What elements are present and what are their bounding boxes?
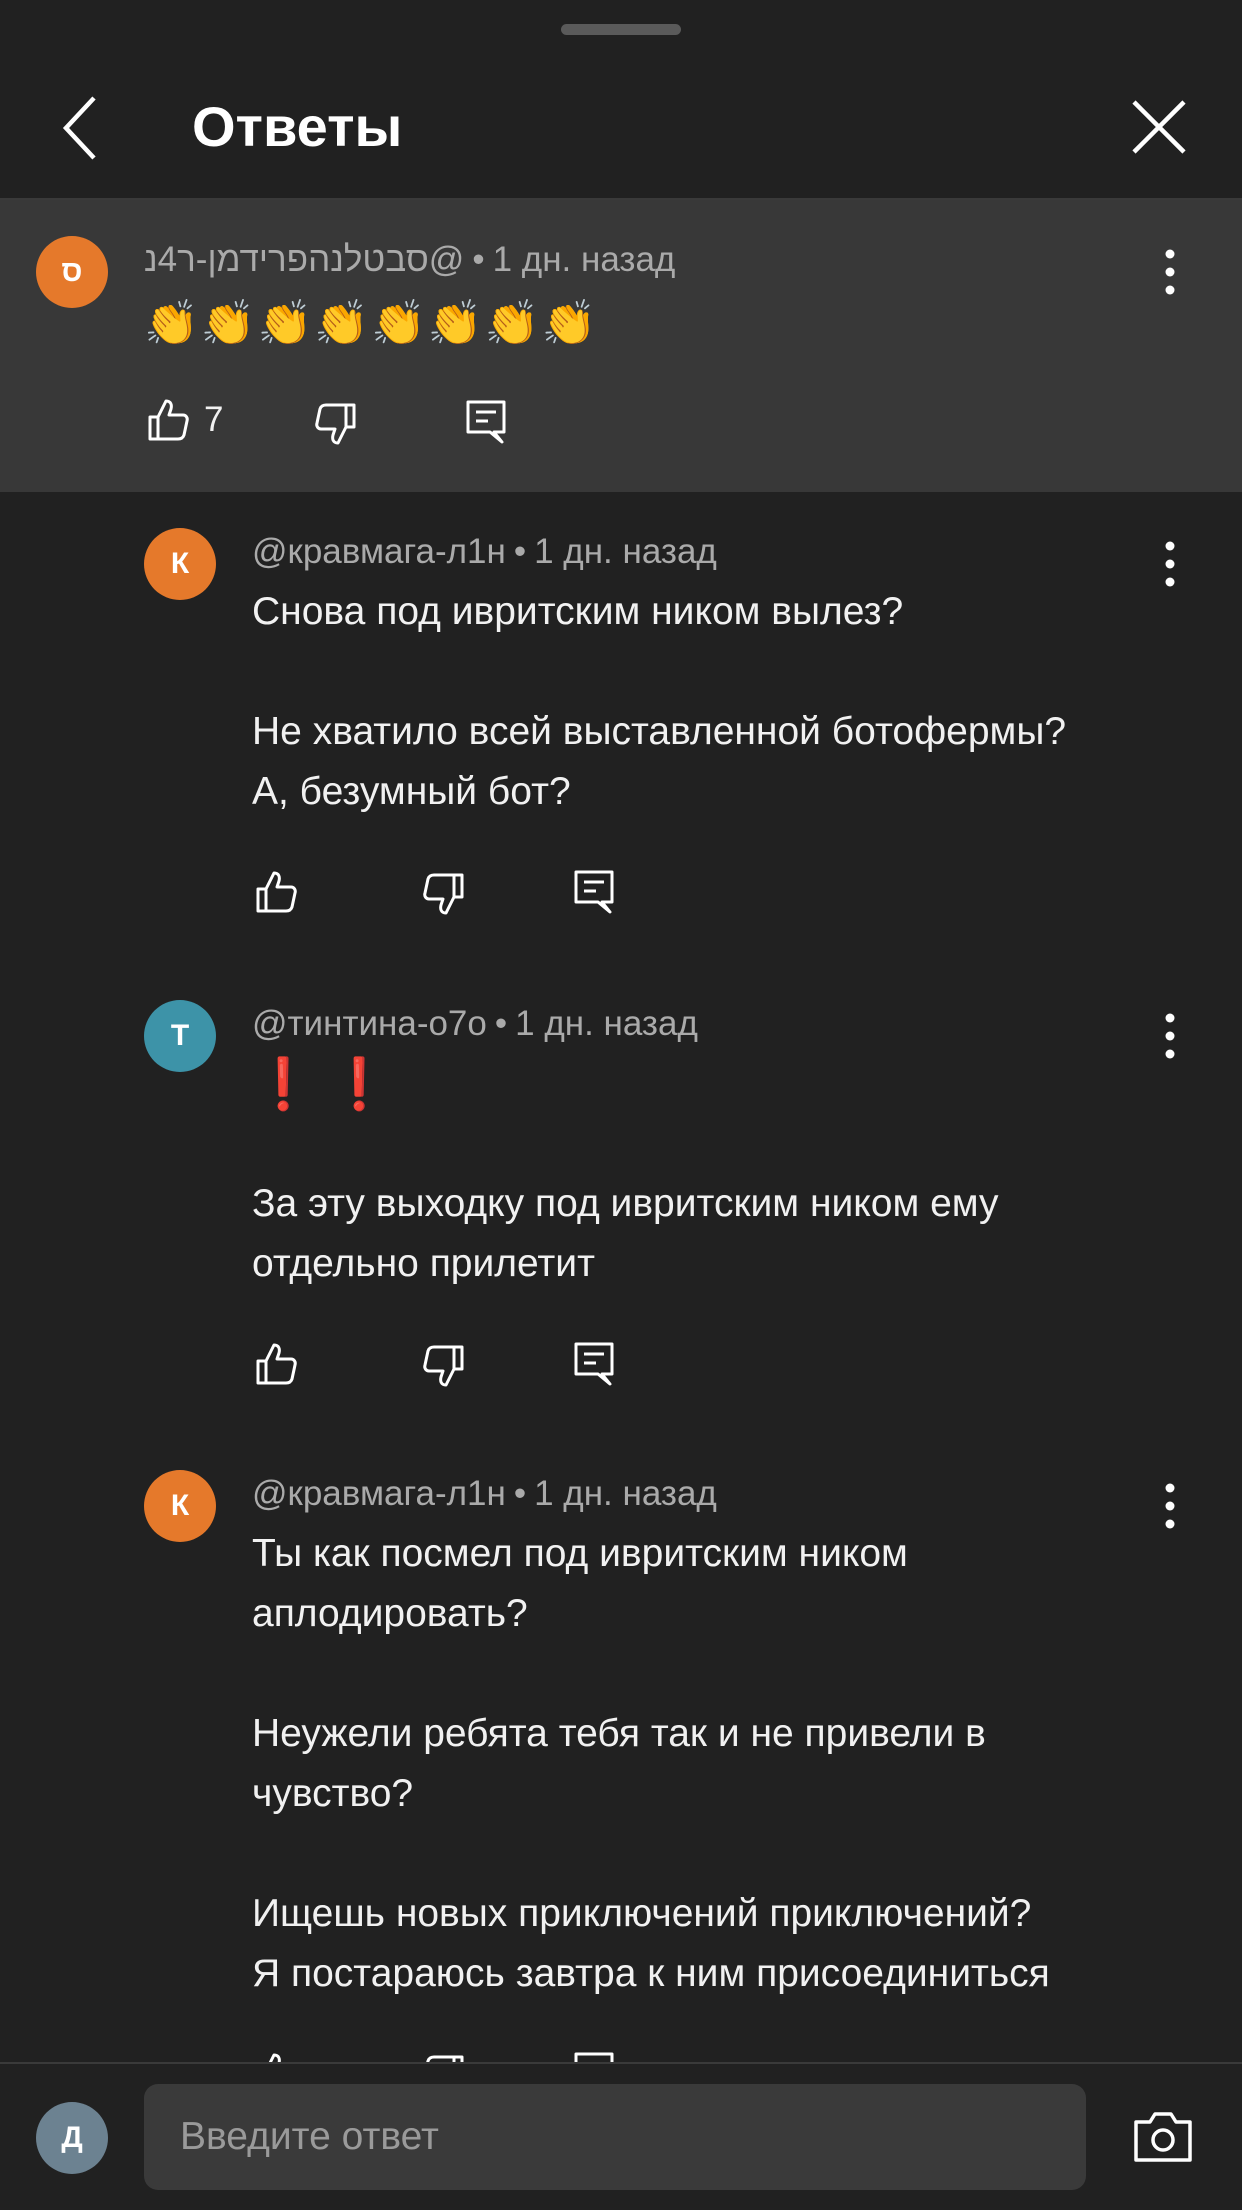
reply-button[interactable] xyxy=(570,866,618,914)
reply-icon xyxy=(570,1338,618,1386)
thumb-down-icon xyxy=(312,400,360,448)
comment-time: 1 дн. назад xyxy=(515,1004,698,1043)
page-title: Ответы xyxy=(192,95,403,158)
comment-text: Ты как посмел под ивритским ником аплоди… xyxy=(252,1532,1050,1995)
thumb-up-icon xyxy=(252,868,300,916)
like-button[interactable] xyxy=(144,396,192,444)
avatar[interactable]: ס xyxy=(36,236,108,308)
avatar[interactable]: Т xyxy=(144,1000,216,1072)
thumb-up-icon xyxy=(252,1340,300,1388)
reply-input[interactable] xyxy=(144,2084,1086,2190)
drag-handle[interactable] xyxy=(561,24,681,35)
comment-text: За эту выходку под ивритским ником ему о… xyxy=(252,1182,999,1285)
avatar[interactable]: К xyxy=(144,528,216,600)
like-count: 7 xyxy=(204,400,224,439)
camera-icon xyxy=(1134,2112,1192,2162)
thumb-up-icon xyxy=(144,396,192,444)
close-icon xyxy=(1132,100,1186,154)
like-button[interactable] xyxy=(252,1340,300,1388)
reply-bar: Д xyxy=(0,2062,1242,2210)
header: Ответы xyxy=(0,60,1242,198)
avatar[interactable]: К xyxy=(144,1470,216,1542)
camera-button[interactable] xyxy=(1132,2108,1194,2166)
reply-button[interactable] xyxy=(570,1338,618,1386)
comment-time: 1 дн. назад xyxy=(492,240,676,279)
more-options-button[interactable] xyxy=(1150,1006,1190,1066)
comment-time: 1 дн. назад xyxy=(534,1474,717,1513)
comment-author[interactable]: @тинтина-о7о xyxy=(252,1004,487,1043)
comment-author[interactable]: @סבטלנהפרידמן-ר4נ xyxy=(144,240,464,279)
parent-comment: ס @סבטלנהפרידמן-ר4נ • 1 дн. назад 👏👏👏👏👏👏👏👏… xyxy=(0,200,1242,492)
close-button[interactable] xyxy=(1128,96,1190,158)
dislike-button[interactable] xyxy=(420,870,468,918)
dislike-button[interactable] xyxy=(312,400,360,448)
more-options-button[interactable] xyxy=(1150,242,1190,302)
chevron-left-icon xyxy=(62,96,96,160)
comment-text: 👏👏👏👏👏👏👏👏 xyxy=(144,299,599,348)
exclamation-icon: ❗ ❗ xyxy=(252,1056,391,1112)
more-vertical-icon xyxy=(1150,1006,1190,1066)
comment-meta: @סבטלנהפרידמן-ר4נ • 1 дн. назад xyxy=(144,240,676,279)
comment-author[interactable]: @кравмага-л1н xyxy=(252,1474,506,1513)
thumb-down-icon xyxy=(420,1342,468,1390)
comment-author[interactable]: @кравмага-л1н xyxy=(252,532,506,571)
reply-button[interactable] xyxy=(462,396,510,444)
comment-meta: @тинтина-о7о • 1 дн. назад xyxy=(252,1004,698,1043)
comment-meta: @кравмага-л1н • 1 дн. назад xyxy=(252,532,717,571)
like-button[interactable] xyxy=(252,868,300,916)
comment-time: 1 дн. назад xyxy=(534,532,717,571)
more-vertical-icon xyxy=(1150,242,1190,302)
dislike-button[interactable] xyxy=(420,1342,468,1390)
back-button[interactable] xyxy=(52,92,112,164)
comment-meta: @кравмага-л1н • 1 дн. назад xyxy=(252,1474,717,1513)
comment-text: Снова под ивритским ником вылез? Не хват… xyxy=(252,590,1067,813)
reply-icon xyxy=(462,396,510,444)
thumb-down-icon xyxy=(420,870,468,918)
reply-icon xyxy=(570,866,618,914)
user-avatar[interactable]: Д xyxy=(36,2102,108,2174)
